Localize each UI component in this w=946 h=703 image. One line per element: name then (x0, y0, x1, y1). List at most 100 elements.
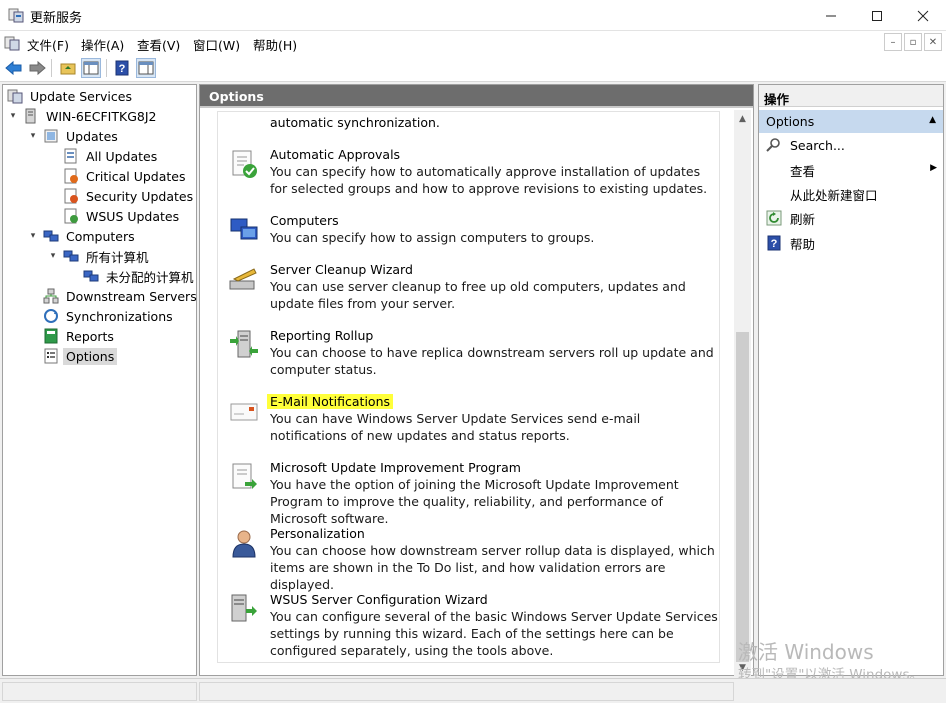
show-hide-action-pane-button[interactable] (136, 58, 156, 78)
up-one-level-button[interactable] (58, 58, 78, 78)
tree-node-update-services[interactable]: Update Services (7, 86, 135, 106)
tree-node-computers[interactable]: ▾ Computers (27, 226, 138, 246)
help-icon: ? (767, 235, 781, 251)
option-title[interactable]: Automatic Approvals (270, 146, 400, 163)
action-search[interactable]: Search... (759, 134, 943, 156)
forward-button[interactable] (27, 58, 47, 78)
menu-help[interactable]: 帮助(H) (253, 35, 297, 54)
security-update-icon (64, 188, 78, 204)
status-segment (199, 682, 734, 701)
scrollbar-thumb[interactable] (736, 332, 749, 662)
option-description: You can configure several of the basic W… (270, 609, 718, 658)
collapse-chevron-icon[interactable]: ▾ (27, 231, 39, 241)
actions-section-options[interactable]: Options ▲ (759, 110, 943, 133)
tree-node-server[interactable]: ▾ WIN-6ECFITKG8J2 (7, 106, 159, 126)
action-refresh[interactable]: 刷新 (759, 207, 943, 229)
reports-book-icon (44, 328, 58, 344)
help-icon: ? (115, 60, 129, 76)
collapse-chevron-icon[interactable]: ▾ (7, 111, 19, 121)
tree-node-unassigned-computers[interactable]: 未分配的计算机 (83, 266, 197, 286)
server-icon (25, 108, 36, 124)
options-scrollbar[interactable]: ▲ ▼ (734, 110, 751, 676)
option-title[interactable]: E-Mail Notifications (267, 393, 394, 410)
activation-watermark-title: 激活 Windows (738, 640, 874, 664)
mdi-close-button[interactable]: ✕ (924, 33, 942, 51)
minimize-icon (826, 15, 836, 16)
collapse-chevron-icon[interactable]: ▾ (27, 131, 39, 141)
config-wizard-icon (231, 594, 257, 622)
refresh-icon (766, 210, 782, 226)
action-help[interactable]: ? 帮助 (759, 232, 943, 254)
collapse-chevron-icon[interactable]: ▾ (47, 251, 59, 261)
cleanup-broom-icon (229, 268, 257, 290)
forward-arrow-icon (29, 60, 46, 76)
toolbar-separator (51, 59, 52, 77)
maximize-button[interactable] (854, 0, 900, 31)
option-description: You can choose to have replica downstrea… (270, 345, 714, 377)
option-title[interactable]: Server Cleanup Wizard (270, 261, 413, 278)
toolbar: ? (0, 55, 946, 82)
option-description: You can choose how downstream server rol… (270, 543, 715, 592)
mmc-doc-icon (4, 36, 20, 51)
actions-pane: 操作 Options ▲ Search... 查看 ▶ 从此处新建窗口 刷新 ?… (758, 84, 944, 676)
option-title[interactable]: Reporting Rollup (270, 327, 373, 344)
option-description: You can specify how to automatically app… (270, 164, 708, 196)
rollup-servers-icon (230, 330, 258, 358)
menu-action[interactable]: 操作(A) (81, 35, 124, 54)
close-button[interactable] (900, 0, 946, 31)
tree-node-all-updates[interactable]: All Updates (63, 146, 160, 166)
mdi-minimize-button[interactable]: – (884, 33, 902, 51)
tree-node-wsus-updates[interactable]: WSUS Updates (63, 206, 182, 226)
minimize-button[interactable] (808, 0, 854, 31)
tree-node-reports[interactable]: Reports (43, 326, 117, 346)
option-title[interactable]: Microsoft Update Improvement Program (270, 459, 521, 476)
window-title: 更新服务 (30, 11, 83, 26)
tree-node-synchronizations[interactable]: Synchronizations (43, 306, 176, 326)
options-list-icon (44, 348, 58, 364)
close-icon (917, 10, 929, 21)
tree-node-critical-updates[interactable]: Critical Updates (63, 166, 188, 186)
svg-text:?: ? (119, 63, 126, 75)
menu-file[interactable]: 文件(F) (27, 35, 69, 54)
update-list-icon (64, 148, 77, 164)
downstream-servers-icon (43, 288, 59, 304)
action-view[interactable]: 查看 ▶ (759, 159, 943, 181)
option-title[interactable]: Computers (270, 212, 339, 229)
computers-group-icon (43, 230, 59, 242)
option-description: You can use server cleanup to free up ol… (270, 279, 686, 311)
menu-bar: 文件(F) 操作(A) 查看(V) 窗口(W) 帮助(H) – ▫ ✕ (0, 31, 946, 55)
show-hide-tree-button[interactable] (81, 58, 101, 78)
mdi-restore-button[interactable]: ▫ (904, 33, 922, 51)
menu-window[interactable]: 窗口(W) (193, 35, 240, 54)
console-tree: Update Services ▾ WIN-6ECFITKG8J2 ▾ Upda… (2, 84, 197, 676)
update-services-icon (7, 89, 23, 104)
computer-group-icon (83, 270, 99, 282)
computers-icon (230, 218, 258, 240)
scroll-up-arrow-icon[interactable]: ▲ (734, 110, 751, 127)
option-description: You have the option of joining the Micro… (270, 477, 679, 526)
tree-node-security-updates[interactable]: Security Updates (63, 186, 196, 206)
option-title[interactable]: Personalization (270, 525, 365, 542)
svg-text:?: ? (771, 238, 778, 250)
tree-node-downstream-servers[interactable]: Downstream Servers (43, 286, 200, 306)
help-button[interactable]: ? (112, 58, 132, 78)
options-list: automatic synchronization. Automatic App… (217, 111, 720, 663)
computer-group-icon (63, 250, 79, 262)
search-icon (766, 138, 780, 152)
partial-description: automatic synchronization. (270, 115, 440, 130)
menu-view[interactable]: 查看(V) (137, 35, 180, 54)
up-folder-icon (60, 63, 76, 75)
improvement-program-icon (232, 463, 257, 489)
status-segment (2, 682, 197, 701)
action-new-window-from-here[interactable]: 从此处新建窗口 (759, 183, 943, 205)
collapse-caret-icon[interactable]: ▲ (929, 115, 936, 125)
show-hide-tree-icon (83, 61, 99, 75)
option-title[interactable]: WSUS Server Configuration Wizard (270, 591, 488, 608)
critical-update-icon (64, 168, 78, 184)
tree-node-all-computers[interactable]: ▾ 所有计算机 (47, 246, 152, 266)
email-envelope-icon (230, 403, 258, 421)
tree-node-options[interactable]: Options (43, 346, 118, 366)
tree-node-updates[interactable]: ▾ Updates (27, 126, 121, 146)
back-button[interactable] (4, 58, 24, 78)
person-icon (232, 530, 256, 558)
